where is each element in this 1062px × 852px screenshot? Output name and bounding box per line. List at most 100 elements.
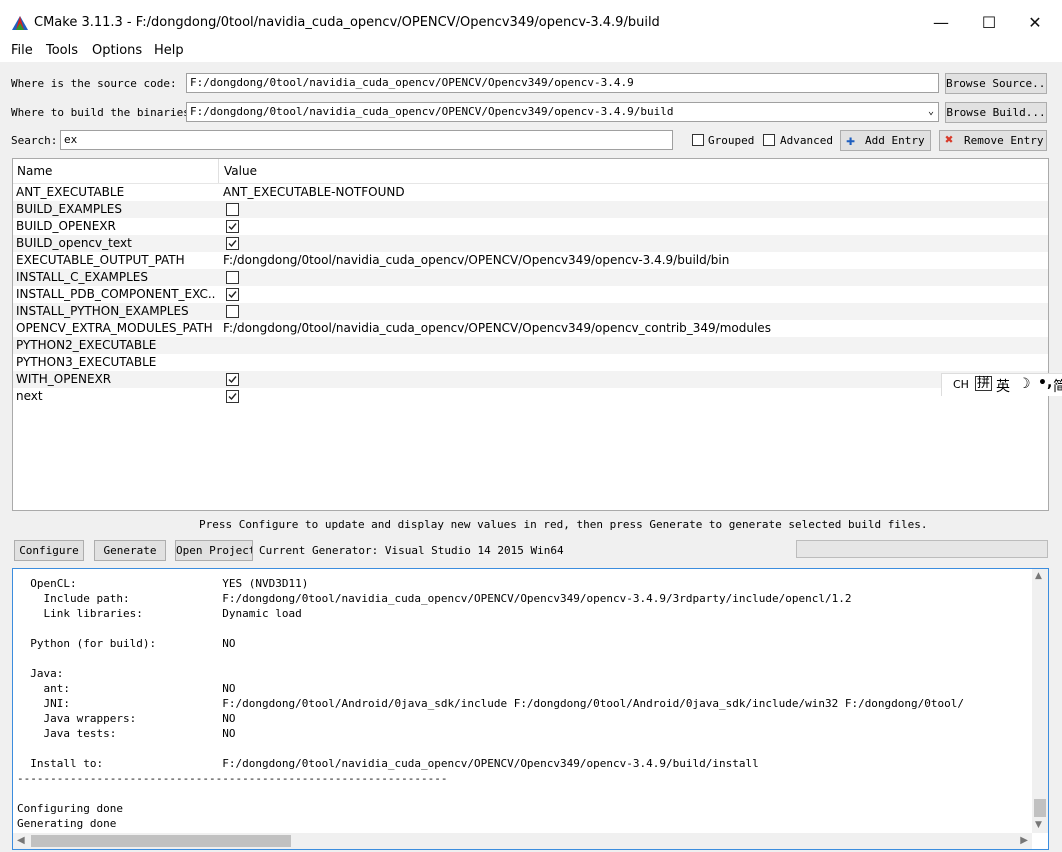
- cache-entry-checkbox[interactable]: [226, 373, 239, 386]
- cache-entry-name: OPENCV_EXTRA_MODULES_PATH: [16, 321, 213, 335]
- log-line: JNI: F:/dongdong/0tool/Android/0java_sdk…: [17, 697, 965, 710]
- log-line: Link libraries: Dynamic load: [17, 607, 302, 620]
- cache-entry-checkbox[interactable]: [226, 305, 239, 318]
- checkmark-icon: [228, 291, 237, 299]
- log-line: Include path: F:/dongdong/0tool/navidia_…: [17, 592, 852, 605]
- table-row[interactable]: INSTALL_C_EXAMPLES: [13, 269, 1048, 286]
- advanced-checkbox[interactable]: [763, 134, 775, 146]
- browse-source-button[interactable]: Browse Source...: [945, 73, 1047, 94]
- cmake-logo-icon: [12, 16, 28, 30]
- menu-file[interactable]: File: [11, 43, 33, 58]
- cache-entry-name: BUILD_OPENEXR: [16, 219, 116, 233]
- binaries-path-combobox[interactable]: F:/dongdong/0tool/navidia_cuda_opencv/OP…: [186, 102, 939, 122]
- table-row[interactable]: BUILD_EXAMPLES: [13, 201, 1048, 218]
- instructions-text: Press Configure to update and display ne…: [199, 518, 928, 531]
- table-row[interactable]: BUILD_opencv_text: [13, 235, 1048, 252]
- progress-bar: [796, 540, 1048, 558]
- ime-toolbar: CH 拼 英 ☽ •, 简: [941, 373, 1062, 396]
- table-row[interactable]: ANT_EXECUTABLE ANT_EXECUTABLE-NOTFOUND: [13, 184, 1048, 201]
- browse-build-button[interactable]: Browse Build...: [945, 102, 1047, 123]
- cache-entry-checkbox[interactable]: [226, 271, 239, 284]
- checkmark-icon: [228, 240, 237, 248]
- log-line: ----------------------------------------…: [17, 772, 448, 785]
- grouped-checkbox[interactable]: [692, 134, 704, 146]
- cache-entry-value[interactable]: F:/dongdong/0tool/navidia_cuda_opencv/OP…: [223, 253, 729, 267]
- ime-english-mode[interactable]: 英: [996, 376, 1010, 396]
- window-title: CMake 3.11.3 - F:/dongdong/0tool/navidia…: [34, 15, 660, 30]
- column-divider[interactable]: [218, 159, 219, 183]
- log-line: Python (for build): NO: [17, 637, 236, 650]
- generate-button[interactable]: Generate: [94, 540, 166, 561]
- table-row[interactable]: OPENCV_EXTRA_MODULES_PATH F:/dongdong/0to…: [13, 320, 1048, 337]
- checkmark-icon: [228, 223, 237, 231]
- cache-entry-checkbox[interactable]: [226, 288, 239, 301]
- table-row[interactable]: INSTALL_PDB_COMPONENT_EXC...: [13, 286, 1048, 303]
- ime-language[interactable]: CH: [953, 378, 969, 391]
- scroll-thumb-horizontal[interactable]: [31, 835, 291, 847]
- cache-table[interactable]: Name Value ANT_EXECUTABLE ANT_EXECUTABLE-…: [12, 158, 1049, 511]
- checkmark-icon: [228, 393, 237, 401]
- cache-entry-value[interactable]: F:/dongdong/0tool/navidia_cuda_opencv/OP…: [223, 321, 771, 335]
- cache-entry-checkbox[interactable]: [226, 203, 239, 216]
- plus-icon: ✚: [846, 131, 856, 149]
- scroll-up-icon[interactable]: ▲: [1035, 571, 1042, 581]
- checkmark-icon: [228, 376, 237, 384]
- close-button[interactable]: ✕: [1012, 8, 1058, 38]
- current-generator-text: Current Generator: Visual Studio 14 2015…: [259, 544, 564, 557]
- cache-entry-name: INSTALL_PYTHON_EXAMPLES: [16, 304, 189, 318]
- cache-entry-name: BUILD_EXAMPLES: [16, 202, 122, 216]
- cache-entry-checkbox[interactable]: [226, 390, 239, 403]
- scroll-right-icon[interactable]: ▶: [1020, 835, 1028, 846]
- table-header: Name Value: [13, 159, 1048, 184]
- log-line: Java wrappers: NO: [17, 712, 236, 725]
- open-project-button[interactable]: Open Project: [175, 540, 253, 561]
- cache-entry-name: INSTALL_PDB_COMPONENT_EXC...: [16, 287, 216, 301]
- maximize-button[interactable]: ☐: [966, 8, 1012, 38]
- ime-punctuation[interactable]: •,: [1038, 375, 1052, 391]
- moon-icon[interactable]: ☽: [1018, 376, 1031, 392]
- search-input[interactable]: ex: [60, 130, 673, 150]
- add-entry-button[interactable]: ✚ Add Entry: [840, 130, 931, 151]
- table-row[interactable]: PYTHON2_EXECUTABLE: [13, 337, 1048, 354]
- scroll-left-icon[interactable]: ◀: [17, 835, 25, 846]
- remove-entry-label: Remove Entry: [964, 134, 1044, 147]
- ime-simplified[interactable]: 简: [1053, 376, 1062, 396]
- scroll-down-icon[interactable]: ▼: [1035, 820, 1042, 830]
- cache-entry-checkbox[interactable]: [226, 220, 239, 233]
- scroll-thumb[interactable]: [1034, 799, 1046, 817]
- vertical-scrollbar[interactable]: ▲ ▼: [1032, 569, 1048, 833]
- binaries-label: Where to build the binaries:: [11, 106, 197, 119]
- advanced-label: Advanced: [780, 134, 833, 147]
- chevron-down-icon[interactable]: ⌄: [928, 103, 934, 121]
- cache-entry-name: INSTALL_C_EXAMPLES: [16, 270, 148, 284]
- log-line: Configuring done: [17, 802, 123, 815]
- table-row[interactable]: INSTALL_PYTHON_EXAMPLES: [13, 303, 1048, 320]
- table-row[interactable]: next: [13, 388, 1048, 405]
- cache-entry-name: BUILD_opencv_text: [16, 236, 132, 250]
- table-row[interactable]: WITH_OPENEXR: [13, 371, 1048, 388]
- table-row[interactable]: PYTHON3_EXECUTABLE: [13, 354, 1048, 371]
- configure-button[interactable]: Configure: [14, 540, 84, 561]
- horizontal-scrollbar[interactable]: ◀ ▶: [13, 833, 1032, 849]
- cache-entry-checkbox[interactable]: [226, 237, 239, 250]
- add-entry-label: Add Entry: [865, 134, 925, 147]
- table-row[interactable]: BUILD_OPENEXR: [13, 218, 1048, 235]
- cache-entry-name: WITH_OPENEXR: [16, 372, 112, 386]
- remove-x-icon: ✖: [945, 132, 954, 148]
- ime-pinyin-mode[interactable]: 拼: [975, 376, 993, 391]
- menu-help[interactable]: Help: [154, 43, 184, 58]
- source-path-input[interactable]: F:/dongdong/0tool/navidia_cuda_opencv/OP…: [186, 73, 939, 93]
- menu-options[interactable]: Options: [92, 43, 142, 58]
- remove-entry-button[interactable]: ✖ Remove Entry: [939, 130, 1047, 151]
- output-log[interactable]: OpenCL: YES (NVD3D11) Include path: F:/d…: [12, 568, 1049, 850]
- grouped-label: Grouped: [708, 134, 755, 147]
- column-header-value[interactable]: Value: [224, 164, 257, 178]
- cache-entry-name: PYTHON3_EXECUTABLE: [16, 355, 157, 369]
- cache-entry-value[interactable]: ANT_EXECUTABLE-NOTFOUND: [223, 185, 405, 199]
- log-line: ant: NO: [17, 682, 236, 695]
- minimize-button[interactable]: —: [918, 8, 964, 38]
- column-header-name[interactable]: Name: [17, 164, 52, 178]
- table-row[interactable]: EXECUTABLE_OUTPUT_PATH F:/dongdong/0tool/…: [13, 252, 1048, 269]
- source-label: Where is the source code:: [11, 77, 177, 90]
- menu-tools[interactable]: Tools: [46, 43, 78, 58]
